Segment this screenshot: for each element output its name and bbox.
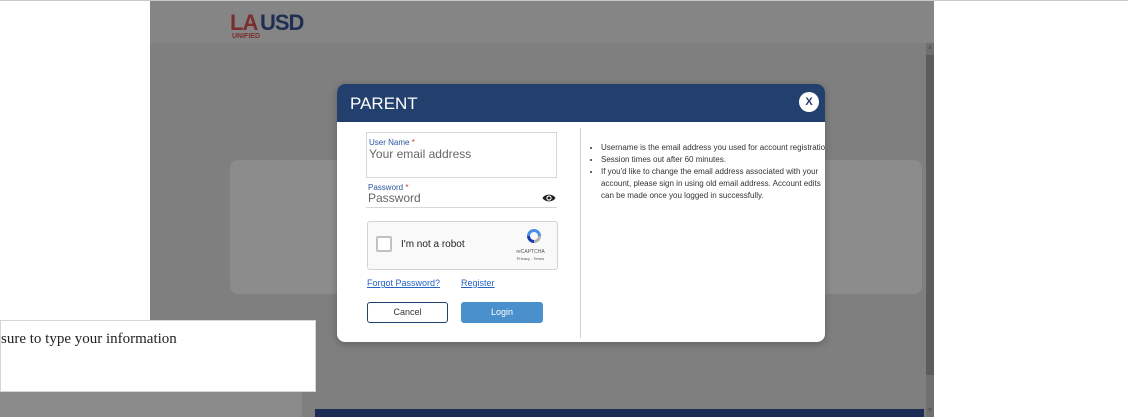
username-input[interactable]	[367, 147, 556, 161]
recaptcha-brand: reCAPTCHA	[516, 249, 545, 255]
password-input[interactable]	[366, 191, 530, 205]
recaptcha-checkbox[interactable]	[376, 236, 392, 252]
recaptcha-widget: I'm not a robot reCAPTCHA Privacy - Term…	[367, 221, 558, 270]
logo-unified: UNIFIED	[232, 33, 260, 40]
cancel-button[interactable]: Cancel	[367, 302, 448, 323]
info-item: Username is the email address you used f…	[601, 142, 825, 154]
lausd-logo: LA USD UNIFIED	[230, 10, 320, 40]
modal-title: PARENT	[350, 94, 418, 113]
password-underline	[366, 207, 557, 208]
info-list: Username is the email address you used f…	[591, 142, 825, 202]
info-item: Session times out after 60 minutes.	[601, 154, 825, 166]
recaptcha-logo-icon	[527, 229, 541, 243]
username-label: User Name *	[369, 138, 415, 147]
username-field[interactable]: User Name *	[366, 132, 557, 178]
scroll-up-icon[interactable]: ▲	[926, 44, 934, 52]
scrollbar-thumb[interactable]	[926, 55, 934, 375]
required-mark: *	[411, 138, 415, 147]
show-password-eye-icon[interactable]	[542, 193, 556, 203]
forgot-password-link[interactable]: Forgot Password?	[367, 278, 440, 288]
username-label-text: User Name	[369, 138, 410, 147]
modal-header: PARENT X	[337, 84, 825, 122]
parent-login-modal: PARENT X User Name * Password * I'm not …	[337, 84, 825, 342]
scroll-down-icon[interactable]: ▼	[926, 407, 934, 415]
vertical-divider	[580, 128, 581, 338]
page-footer-bar	[315, 409, 924, 417]
info-popup-text: sure to type your information	[1, 331, 177, 347]
logo-usd: USD	[260, 10, 304, 35]
recaptcha-terms[interactable]: Privacy - Terms	[508, 256, 553, 261]
register-link[interactable]: Register	[461, 278, 495, 288]
recaptcha-label: I'm not a robot	[401, 239, 465, 250]
info-item: If you'd like to change the email addres…	[601, 166, 825, 202]
close-button[interactable]: X	[799, 92, 819, 112]
login-button[interactable]: Login	[461, 302, 543, 323]
popup-bottom-shade	[0, 392, 302, 417]
info-popup: sure to type your information	[0, 320, 316, 392]
